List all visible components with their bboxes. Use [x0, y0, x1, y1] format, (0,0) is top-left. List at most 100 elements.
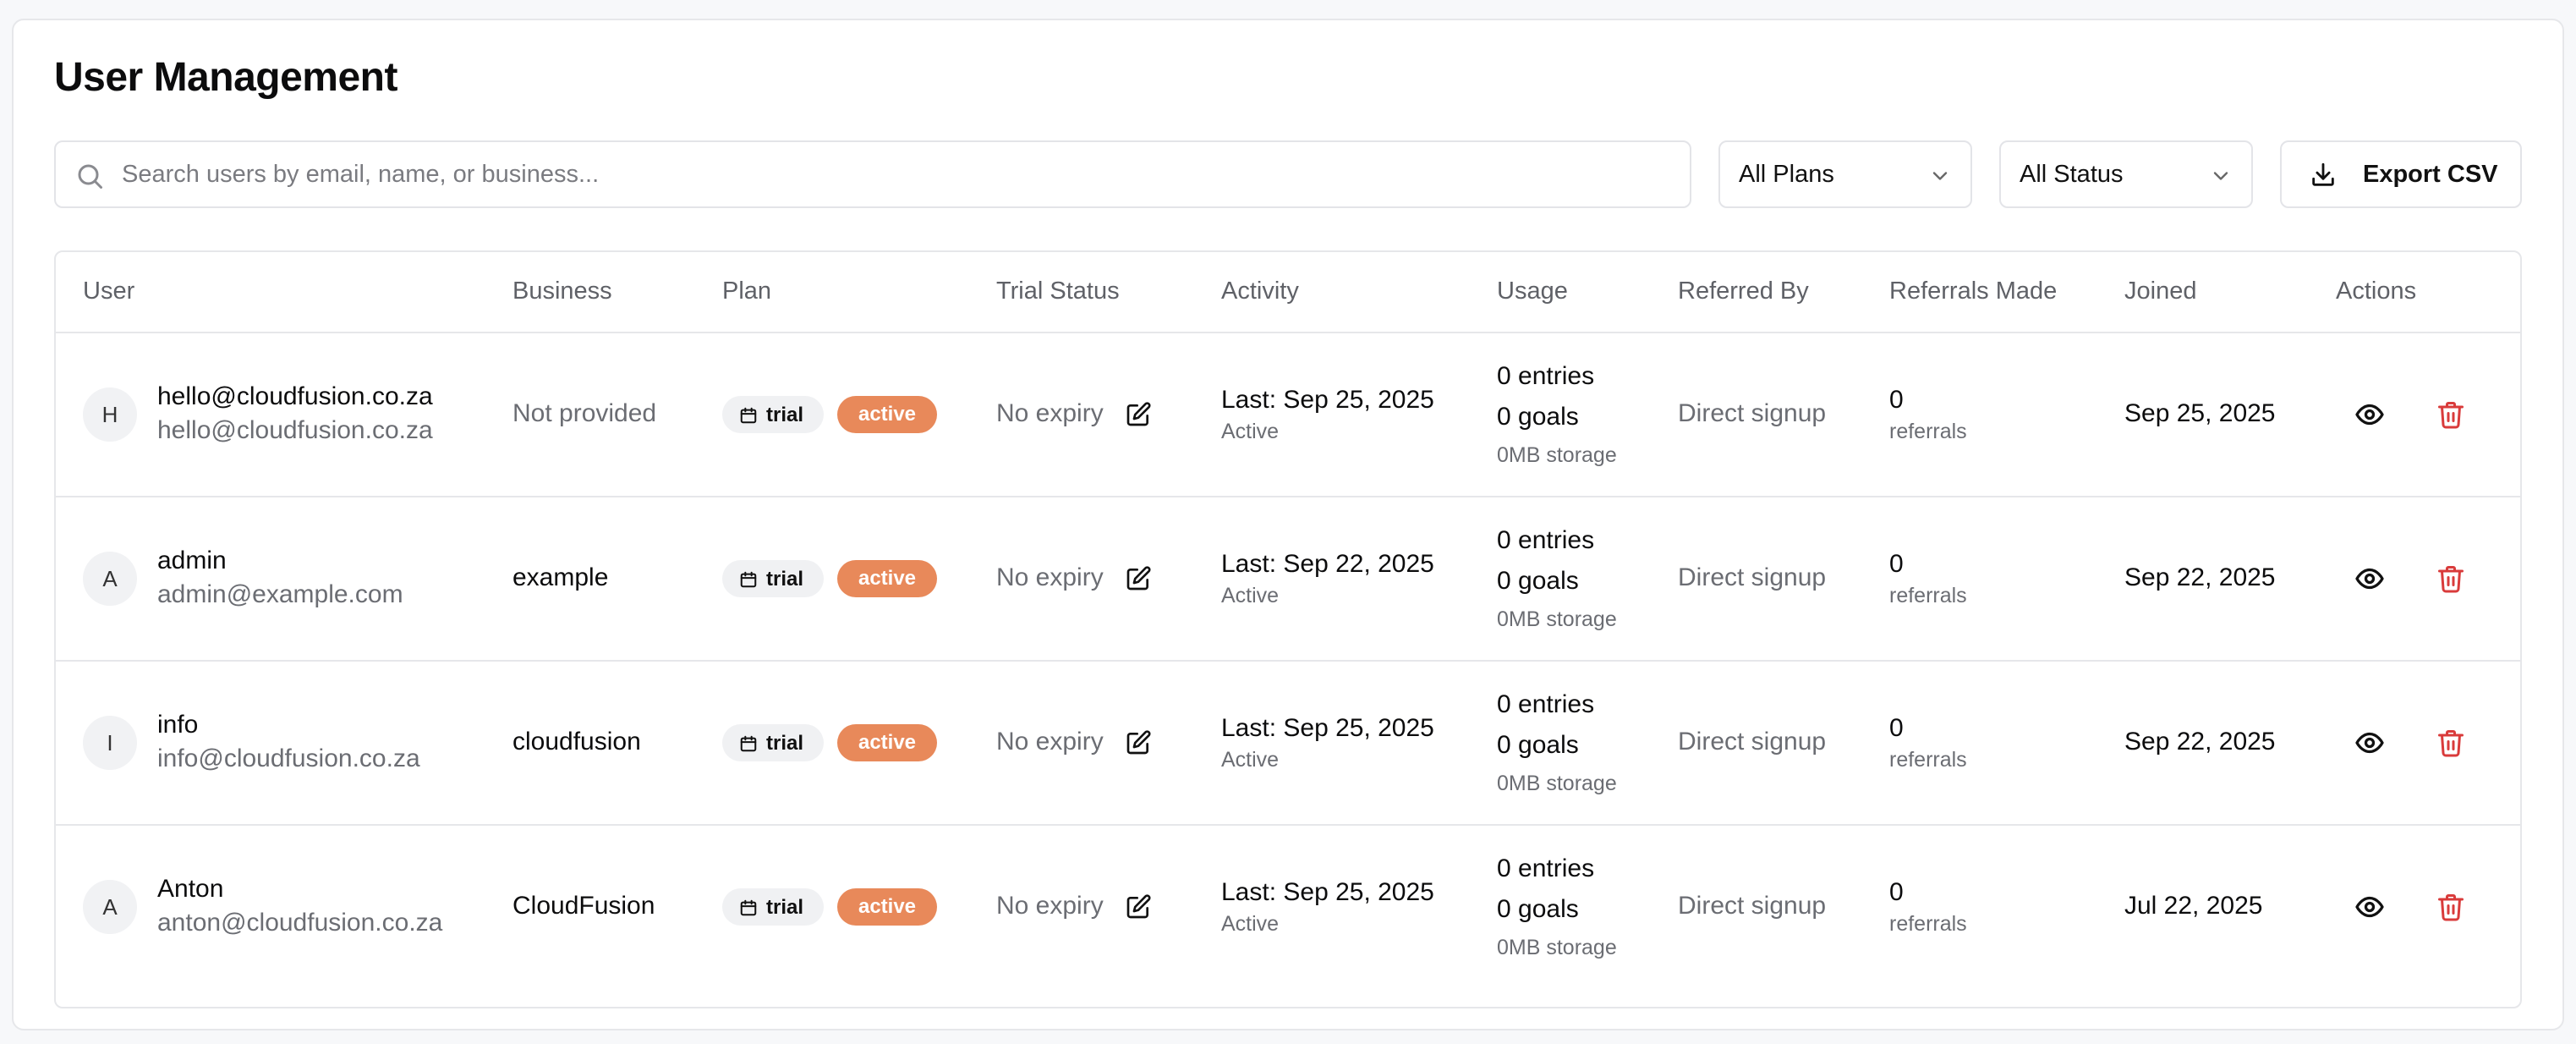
- usage-entries: 0 entries: [1497, 362, 1595, 390]
- status-filter-select[interactable]: All Status: [1999, 140, 2253, 208]
- referred-by: Direct signup: [1678, 563, 1827, 591]
- usage-storage: 0MB storage: [1497, 443, 1617, 467]
- avatar: A: [83, 880, 137, 934]
- table-row: A Anton anton@cloudfusion.co.za CloudFus…: [56, 826, 2520, 990]
- toolbar: All Plans All Status Export CSV: [54, 140, 2522, 208]
- joined-date: Sep 25, 2025: [2124, 399, 2276, 427]
- view-eye-icon[interactable]: [2354, 563, 2385, 594]
- joined-date: Jul 22, 2025: [2124, 892, 2263, 920]
- usage-entries: 0 entries: [1497, 526, 1595, 554]
- delete-trash-icon[interactable]: [2436, 728, 2466, 758]
- plan-badge: trial: [722, 888, 824, 926]
- search-box[interactable]: [54, 140, 1691, 208]
- trial-status: No expiry: [996, 563, 1104, 591]
- table-header: User Business Plan Trial Status Activity…: [56, 252, 2520, 333]
- plan-badge-label: trial: [766, 896, 804, 919]
- usage-goals: 0 goals: [1497, 895, 1579, 923]
- referrals-label: referrals: [1889, 584, 1967, 607]
- activity-state: Active: [1221, 584, 1280, 607]
- column-header-actions: Actions: [2336, 277, 2417, 305]
- column-header-trial-status[interactable]: Trial Status: [996, 277, 1120, 305]
- activity-state: Active: [1221, 912, 1280, 936]
- calendar-icon: [740, 899, 757, 916]
- plan-badge: trial: [722, 560, 824, 597]
- trial-status: No expiry: [996, 728, 1104, 756]
- users-table: User Business Plan Trial Status Activity…: [54, 250, 2522, 1008]
- delete-trash-icon[interactable]: [2436, 892, 2466, 922]
- activity-last: Last: Sep 25, 2025: [1221, 878, 1434, 906]
- status-badge: active: [837, 888, 937, 926]
- view-eye-icon[interactable]: [2354, 399, 2385, 430]
- column-header-user[interactable]: User: [83, 277, 134, 305]
- plan-badge: trial: [722, 396, 824, 433]
- business-name: Not provided: [512, 399, 657, 427]
- delete-trash-icon[interactable]: [2436, 563, 2466, 594]
- column-header-activity[interactable]: Activity: [1221, 277, 1299, 305]
- joined-date: Sep 22, 2025: [2124, 728, 2276, 756]
- plan-badge-label: trial: [766, 732, 804, 755]
- avatar: I: [83, 716, 137, 770]
- view-eye-icon[interactable]: [2354, 892, 2385, 922]
- status-badge: active: [837, 560, 937, 597]
- plan-filter-value: All Plans: [1739, 160, 1834, 188]
- activity-last: Last: Sep 22, 2025: [1221, 550, 1434, 578]
- plan-filter-select[interactable]: All Plans: [1718, 140, 1972, 208]
- user-email: admin@example.com: [157, 580, 403, 608]
- column-header-joined[interactable]: Joined: [2124, 277, 2196, 305]
- download-icon: [2312, 162, 2334, 186]
- column-header-plan[interactable]: Plan: [722, 277, 771, 305]
- referrals-label: referrals: [1889, 420, 1967, 443]
- status-filter-value: All Status: [2020, 160, 2124, 188]
- usage-entries: 0 entries: [1497, 854, 1595, 882]
- edit-icon[interactable]: [1125, 729, 1152, 756]
- avatar: H: [83, 387, 137, 442]
- trial-status: No expiry: [996, 399, 1104, 427]
- avatar: A: [83, 552, 137, 606]
- usage-storage: 0MB storage: [1497, 607, 1617, 631]
- delete-trash-icon[interactable]: [2436, 399, 2466, 430]
- chevron-down-icon: [1932, 172, 1948, 180]
- referrals-count: 0: [1889, 878, 1904, 906]
- activity-state: Active: [1221, 748, 1280, 772]
- status-badge: active: [837, 724, 937, 761]
- referred-by: Direct signup: [1678, 399, 1827, 427]
- export-csv-button[interactable]: Export CSV: [2280, 140, 2522, 208]
- referred-by: Direct signup: [1678, 892, 1827, 920]
- user-email: anton@cloudfusion.co.za: [157, 909, 443, 937]
- user-name: hello@cloudfusion.co.za: [157, 382, 433, 410]
- user-email: info@cloudfusion.co.za: [157, 745, 420, 772]
- chevron-down-icon: [2213, 172, 2228, 180]
- activity-last: Last: Sep 25, 2025: [1221, 386, 1434, 414]
- column-header-referrals-made[interactable]: Referrals Made: [1889, 277, 2057, 305]
- joined-date: Sep 22, 2025: [2124, 563, 2276, 591]
- search-icon: [78, 164, 102, 189]
- export-csv-label: Export CSV: [2363, 161, 2498, 188]
- trial-status: No expiry: [996, 892, 1104, 920]
- plan-badge-label: trial: [766, 404, 804, 426]
- usage-storage: 0MB storage: [1497, 936, 1617, 959]
- search-input[interactable]: [122, 142, 1678, 206]
- referrals-label: referrals: [1889, 748, 1967, 772]
- referrals-label: referrals: [1889, 912, 1967, 936]
- edit-icon[interactable]: [1125, 565, 1152, 592]
- calendar-icon: [740, 571, 757, 588]
- user-name: info: [157, 711, 199, 739]
- calendar-icon: [740, 735, 757, 752]
- usage-goals: 0 goals: [1497, 403, 1579, 431]
- edit-icon[interactable]: [1125, 893, 1152, 920]
- column-header-referred-by[interactable]: Referred By: [1678, 277, 1809, 305]
- referrals-count: 0: [1889, 550, 1904, 578]
- plan-badge: trial: [722, 724, 824, 761]
- activity-last: Last: Sep 25, 2025: [1221, 714, 1434, 742]
- table-row: I info info@cloudfusion.co.za cloudfusio…: [56, 662, 2520, 826]
- table-row: H hello@cloudfusion.co.za hello@cloudfus…: [56, 333, 2520, 497]
- usage-entries: 0 entries: [1497, 690, 1595, 718]
- column-header-business[interactable]: Business: [512, 277, 612, 305]
- page-title: User Management: [54, 55, 397, 100]
- column-header-usage[interactable]: Usage: [1497, 277, 1568, 305]
- user-name: admin: [157, 547, 227, 574]
- view-eye-icon[interactable]: [2354, 728, 2385, 758]
- referred-by: Direct signup: [1678, 728, 1827, 756]
- usage-goals: 0 goals: [1497, 731, 1579, 759]
- edit-icon[interactable]: [1125, 401, 1152, 428]
